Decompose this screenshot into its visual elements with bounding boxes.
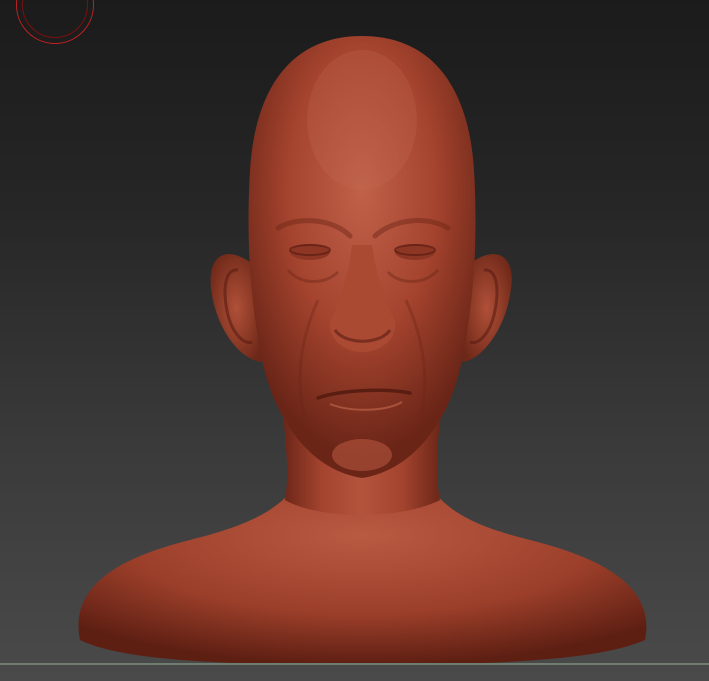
sculpt-viewport[interactable] <box>0 0 709 681</box>
floor-grid-line <box>0 663 709 665</box>
sculpted-head-model[interactable] <box>0 0 709 681</box>
forehead-highlight <box>307 50 417 190</box>
chin <box>332 439 392 471</box>
